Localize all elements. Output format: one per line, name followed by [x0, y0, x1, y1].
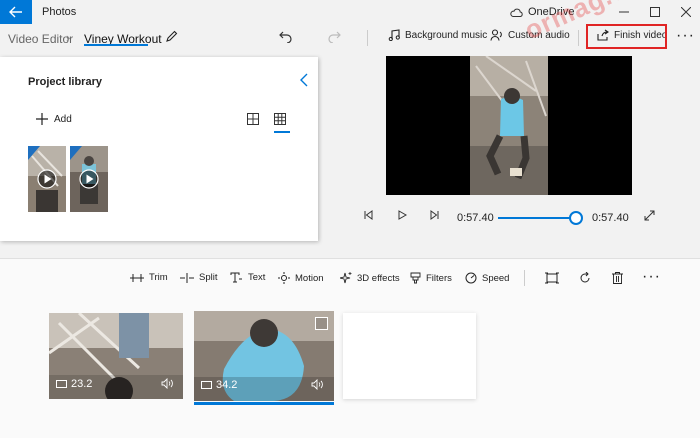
total-time: 0:57.40 [592, 212, 629, 224]
3d-effects-tool-button[interactable]: 3D effects [340, 272, 400, 284]
fullscreen-button[interactable] [644, 210, 655, 224]
grid-large-icon [247, 113, 259, 125]
close-icon [681, 7, 691, 17]
filter-icon [410, 272, 421, 284]
breadcrumb-video-editor[interactable]: Video Editor [8, 32, 73, 46]
scrub-bar[interactable] [498, 217, 576, 219]
add-media-button[interactable]: Add [36, 113, 72, 125]
undo-button[interactable] [279, 30, 293, 46]
maximize-button[interactable] [645, 3, 665, 21]
workout-video-thumbnail-image [70, 146, 108, 212]
rotate-button[interactable] [579, 272, 591, 284]
storyboard-more-icon[interactable]: ··· [642, 268, 661, 286]
split-icon [180, 272, 194, 283]
trim-icon [130, 273, 144, 282]
highlight-box [586, 24, 667, 49]
collapse-library-button[interactable] [300, 71, 308, 92]
redo-button[interactable] [327, 30, 341, 46]
clip-2-duration-label: 34.2 [216, 379, 238, 391]
large-grid-view-button[interactable] [247, 113, 259, 128]
back-arrow-icon [9, 6, 22, 18]
trim-label: Trim [149, 272, 168, 283]
redo-icon [328, 31, 341, 44]
filters-tool-button[interactable]: Filters [410, 272, 452, 284]
back-button[interactable] [0, 0, 32, 24]
split-label: Split [199, 272, 218, 283]
breadcrumb-underline [84, 44, 148, 46]
storyboard-clip-2[interactable]: 34.2 [194, 311, 334, 401]
3d-effects-label: 3D effects [357, 272, 400, 284]
motion-tool-button[interactable]: Motion [278, 272, 324, 284]
current-time: 0:57.40 [457, 212, 494, 224]
minimize-icon [619, 11, 629, 13]
filters-label: Filters [426, 272, 452, 284]
plus-icon [36, 113, 48, 125]
text-icon [230, 272, 242, 283]
chevron-left-icon [300, 73, 308, 87]
previous-frame-button[interactable] [363, 210, 373, 223]
tools-divider [524, 270, 525, 286]
clip-duration: 23.2 [56, 378, 92, 390]
grid-small-icon [274, 113, 286, 125]
play-icon [398, 210, 408, 220]
pencil-icon [166, 30, 178, 42]
cloud-icon [510, 8, 523, 17]
split-tool-button[interactable]: Split [180, 272, 217, 283]
motion-label: Motion [295, 272, 324, 284]
toolbar-divider [578, 30, 579, 46]
background-music-button[interactable]: Background music [388, 29, 487, 41]
motion-icon [278, 272, 290, 284]
project-library-panel: Project library Add [0, 57, 318, 241]
storyboard-clip-1[interactable]: 23.2 [49, 313, 183, 399]
add-label: Add [54, 113, 72, 125]
speaker-icon[interactable] [311, 379, 324, 390]
maximize-icon [650, 7, 660, 17]
scrub-handle[interactable] [569, 211, 583, 225]
small-grid-view-button[interactable] [274, 113, 286, 128]
trash-icon [612, 272, 623, 284]
text-tool-button[interactable]: Text [230, 272, 265, 283]
rename-project-button[interactable] [165, 30, 178, 46]
clip-1-duration-label: 23.2 [71, 378, 93, 390]
rotate-icon [580, 272, 590, 283]
gym-video-thumbnail-image [28, 146, 66, 212]
view-selected-underline [274, 131, 290, 133]
background-music-label: Background music [405, 29, 488, 41]
speedometer-icon [465, 272, 477, 284]
resize-button[interactable] [545, 272, 559, 284]
person-audio-icon [490, 29, 502, 41]
trim-tool-button[interactable]: Trim [130, 272, 168, 283]
app-title: Photos [42, 6, 77, 18]
project-library-title: Project library [28, 76, 102, 88]
play-button[interactable] [397, 210, 408, 223]
speed-tool-button[interactable]: Speed [465, 272, 509, 284]
library-thumbnail-2[interactable] [70, 146, 108, 212]
clip-2-select-checkbox[interactable] [315, 317, 328, 330]
next-frame-button[interactable] [430, 210, 440, 223]
clip-duration: 34.2 [201, 379, 237, 391]
empty-clip-slot[interactable] [343, 313, 476, 399]
music-note-icon [388, 29, 400, 41]
text-label: Text [248, 272, 266, 283]
video-frame-image [386, 56, 632, 195]
previous-frame-icon [364, 210, 373, 220]
selected-clip-underline [194, 402, 334, 405]
undo-icon [279, 31, 292, 44]
breadcrumb-chevron-icon: › [66, 30, 71, 45]
resize-icon [545, 272, 559, 284]
delete-button[interactable] [612, 272, 623, 284]
clip-frame-icon [56, 380, 67, 388]
close-button[interactable] [676, 3, 696, 21]
sparkle-effects-icon [340, 272, 352, 284]
speed-label: Speed [482, 272, 510, 284]
toolbar-divider [367, 30, 368, 46]
library-thumbnail-1[interactable] [28, 146, 66, 212]
expand-icon [644, 210, 655, 221]
clip-frame-icon [201, 381, 212, 389]
video-preview[interactable] [386, 56, 632, 195]
more-options-icon[interactable]: ··· [676, 27, 695, 45]
speaker-icon[interactable] [161, 378, 174, 389]
next-frame-icon [430, 210, 439, 220]
